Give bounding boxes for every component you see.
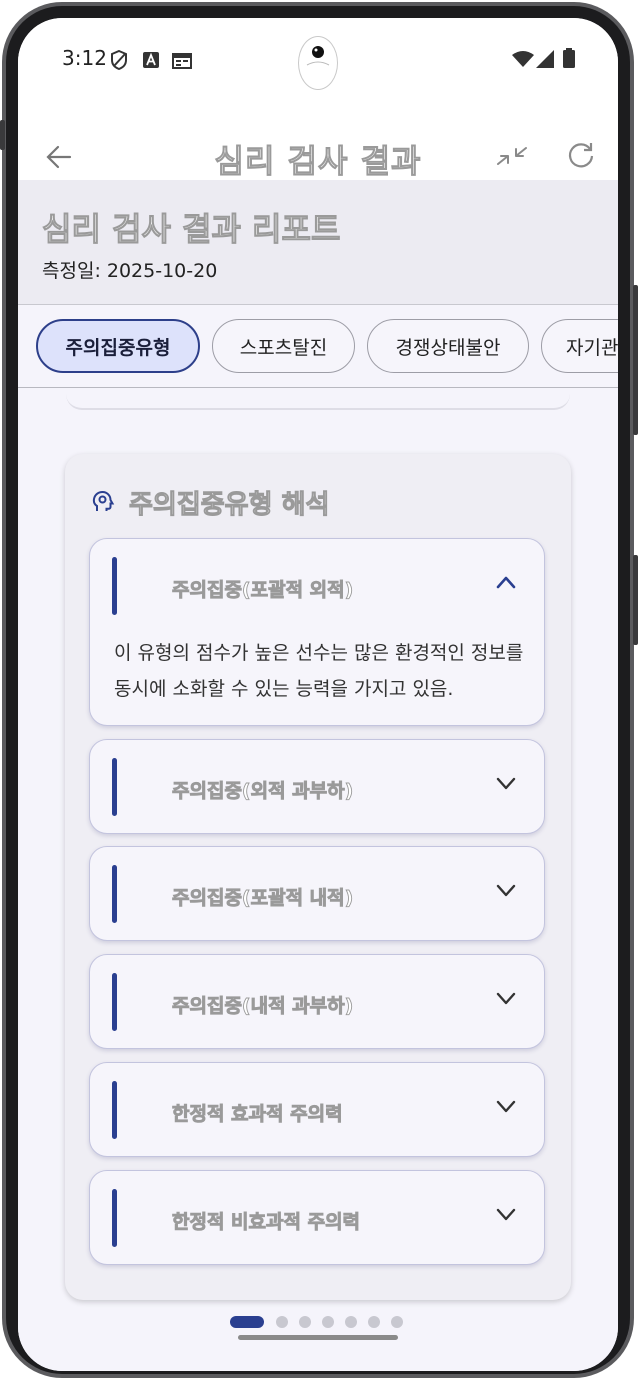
accordion-item[interactable]: 주의집중(포괄적 외적) 이 유형의 점수가 높은 선수는 많은 환경적인 정보… [89, 538, 545, 726]
interpretation-card: 주의집중유형 해석 주의집중(포괄적 외적) 이 유형의 점수가 높은 선수는 … [65, 454, 571, 1300]
accent-bar [112, 973, 117, 1031]
chevron-down-icon[interactable] [496, 1207, 516, 1221]
card-header: 주의집중유형 해석 [91, 482, 330, 522]
previous-card-edge [66, 388, 570, 410]
chevron-down-icon[interactable] [496, 776, 516, 790]
accordion-item[interactable]: 한정적 비효과적 주의력 [89, 1170, 545, 1265]
accordion-item[interactable]: 주의집중(외적 과부하) [89, 739, 545, 834]
chip-sports-burnout[interactable]: 스포츠탈진 [212, 319, 355, 373]
accent-bar [112, 1189, 117, 1247]
page-indicator [18, 1316, 618, 1330]
accordion-title: 주의집중(포괄적 외적) [172, 579, 354, 602]
report-date: 측정일: 2025-10-20 [42, 260, 218, 282]
shield-icon [111, 50, 127, 70]
chip-self-management[interactable]: 자기관 [541, 319, 618, 373]
compress-icon[interactable] [496, 142, 528, 172]
screen: 3:12 심리 검사 결과 심리 검사 결과 리포트 측정일: 2025-10-… [18, 18, 618, 1371]
volume-button [633, 285, 638, 435]
page-dot[interactable] [322, 1316, 334, 1328]
report-header: 심리 검사 결과 리포트 측정일: 2025-10-20 [18, 180, 618, 305]
page-dot[interactable] [299, 1316, 311, 1328]
front-camera [298, 36, 338, 90]
phone-frame: 3:12 심리 검사 결과 심리 검사 결과 리포트 측정일: 2025-10-… [0, 0, 640, 1381]
accordion-title: 한정적 효과적 주의력 [172, 1103, 343, 1126]
wifi-icon [512, 51, 534, 67]
chip-competitive-anxiety[interactable]: 경쟁상태불안 [367, 319, 529, 373]
psychology-icon [92, 490, 115, 511]
accordion-title: 주의집중(외적 과부하) [172, 780, 354, 803]
accent-bar [112, 758, 117, 816]
accent-bar [112, 557, 117, 615]
refresh-icon[interactable] [567, 141, 595, 169]
category-chips: 주의집중유형 스포츠탈진 경쟁상태불안 자기관 [18, 305, 618, 388]
chevron-down-icon[interactable] [496, 991, 516, 1005]
home-indicator[interactable] [238, 1335, 398, 1340]
accent-bar [112, 865, 117, 923]
page-title: 심리 검사 결과 [214, 142, 422, 181]
report-title: 심리 검사 결과 리포트 [41, 210, 341, 249]
accordion-title: 주의집중(내적 과부하) [172, 995, 354, 1018]
accent-bar [112, 1081, 117, 1139]
page-dot[interactable] [276, 1316, 288, 1328]
signal-icon [536, 50, 554, 68]
chevron-down-icon[interactable] [496, 883, 516, 897]
a-icon [143, 52, 159, 68]
calendar-icon [172, 53, 192, 69]
chevron-down-icon[interactable] [496, 1099, 516, 1113]
side-key [0, 120, 5, 150]
accordion-title: 주의집중(포괄적 내적) [172, 887, 354, 910]
page-dot[interactable] [345, 1316, 357, 1328]
card-title: 주의집중유형 해석 [128, 489, 330, 520]
chip-attention-type[interactable]: 주의집중유형 [36, 319, 200, 373]
accordion-body: 이 유형의 점수가 높은 선수는 많은 환경적인 정보를 동시에 소화할 수 있… [114, 642, 524, 700]
chevron-up-icon[interactable] [496, 575, 516, 589]
page-dot[interactable] [368, 1316, 380, 1328]
battery-icon [563, 48, 575, 68]
accordion-item[interactable]: 주의집중(내적 과부하) [89, 954, 545, 1049]
status-bar: 3:12 [18, 18, 618, 102]
accordion-item[interactable]: 한정적 효과적 주의력 [89, 1062, 545, 1157]
page-dot-active[interactable] [230, 1316, 264, 1328]
main-content: 주의집중유형 해석 주의집중(포괄적 외적) 이 유형의 점수가 높은 선수는 … [18, 388, 618, 1371]
status-time: 3:12 [62, 46, 107, 70]
accordion-item[interactable]: 주의집중(포괄적 내적) [89, 846, 545, 941]
power-button [633, 555, 638, 645]
accordion-title: 한정적 비효과적 주의력 [172, 1211, 361, 1234]
page-dot[interactable] [391, 1316, 403, 1328]
